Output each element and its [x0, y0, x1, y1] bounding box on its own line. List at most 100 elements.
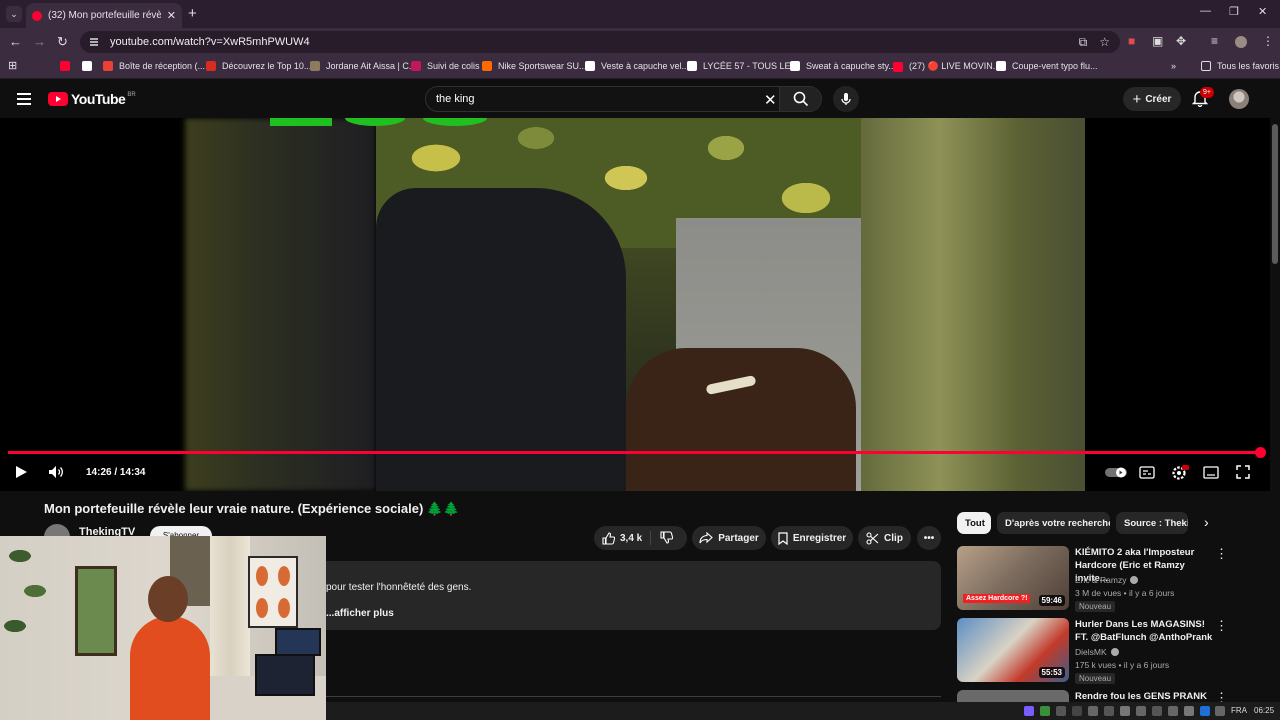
microphone-icon[interactable]: [1120, 706, 1130, 716]
new-tab-button[interactable]: +: [188, 5, 197, 22]
tab-search-button[interactable]: ⌄: [6, 6, 22, 22]
video-thumbnail[interactable]: Assez Hardcore ?! 59:46: [957, 546, 1069, 610]
video-title[interactable]: Hurler Dans Les MAGASINS! FT. @BatFlunch…: [1075, 618, 1215, 644]
like-count[interactable]: 3,4 k: [620, 533, 642, 544]
tray-app-icon[interactable]: [1088, 706, 1098, 716]
video-player[interactable]: [0, 118, 1270, 491]
save-button[interactable]: Enregistrer: [771, 526, 853, 550]
all-bookmarks[interactable]: Tous les favoris: [1201, 61, 1279, 71]
thumbs-down-icon[interactable]: [660, 531, 673, 544]
share-button[interactable]: Partager: [692, 526, 766, 550]
bookmark-item[interactable]: Boîte de réception (...: [103, 61, 205, 71]
progress-bar[interactable]: [8, 447, 1266, 458]
tab-close-icon[interactable]: ✕: [167, 9, 176, 22]
video-thumbnail[interactable]: [957, 690, 1069, 702]
volume-icon[interactable]: [1184, 706, 1194, 716]
extension-icon[interactable]: ▣: [1152, 34, 1163, 48]
browser-tab[interactable]: (32) Mon portefeuille révèle leur ✕: [26, 3, 182, 28]
like-dislike-group: 3,4 k: [594, 526, 687, 550]
profile-avatar[interactable]: [1235, 36, 1247, 48]
restore-icon[interactable]: ❐: [1229, 5, 1239, 18]
tray-app-icon[interactable]: [1104, 706, 1114, 716]
chevron-right-icon[interactable]: ›: [1204, 514, 1209, 530]
bookmark-item[interactable]: LYCÉE 57 - TOUS LE...: [687, 61, 798, 71]
url-text: youtube.com/watch?v=XwR5mhPWUW4: [110, 36, 310, 48]
settings-gear-icon[interactable]: [1171, 464, 1189, 482]
media-control-icon[interactable]: ≡: [1211, 34, 1218, 48]
battery-icon[interactable]: [1215, 706, 1225, 716]
bookmark-item[interactable]: Veste à capuche vel...: [585, 61, 689, 71]
menu-hamburger-icon[interactable]: [17, 93, 31, 105]
search-button[interactable]: [779, 87, 821, 111]
progress-scrubber[interactable]: [1255, 447, 1266, 458]
tray-app-icon[interactable]: [1136, 706, 1146, 716]
bookmark-item[interactable]: [82, 61, 98, 71]
more-bookmarks-icon[interactable]: »: [1171, 61, 1176, 71]
youtube-logo[interactable]: YouTube BR: [48, 91, 136, 107]
bookmark-item[interactable]: Jordane Ait Aissa | C...: [310, 61, 416, 71]
thumbs-up-icon[interactable]: [602, 531, 615, 545]
close-window-icon[interactable]: ✕: [1258, 5, 1267, 18]
more-vertical-icon[interactable]: ⋮: [1215, 546, 1228, 562]
language-indicator[interactable]: FRA: [1231, 706, 1247, 715]
bookmark-item[interactable]: Nike Sportswear SU...: [482, 61, 587, 71]
extensions-puzzle-icon[interactable]: ✥: [1176, 34, 1186, 48]
clip-button[interactable]: Clip: [858, 526, 911, 550]
browser-menu-icon[interactable]: ⋮: [1262, 34, 1274, 48]
subtitles-icon[interactable]: [1139, 466, 1155, 479]
apps-grid-icon[interactable]: ⊞: [8, 59, 17, 72]
channel-name[interactable]: DielsMK: [1075, 647, 1107, 657]
bluetooth-icon[interactable]: [1200, 706, 1210, 716]
page-scrollbar[interactable]: [1270, 118, 1280, 702]
browser-toolbar: ← → ↻ youtube.com/watch?v=XwR5mhPWUW4 ⧉ …: [0, 28, 1280, 55]
bookmark-item[interactable]: Découvrez le Top 10...: [206, 61, 311, 71]
system-clock[interactable]: 06:25: [1254, 706, 1274, 715]
volume-icon[interactable]: [48, 465, 64, 479]
tray-app-icon[interactable]: [1072, 706, 1082, 716]
blurred-frame-left: [185, 118, 376, 491]
video-title[interactable]: Rendre fou les GENS PRANK: [1075, 690, 1215, 702]
site-info-icon[interactable]: [88, 36, 100, 48]
bookmark-item[interactable]: (27) 🔴 LIVE MOVIN...: [893, 61, 1000, 72]
microphone-icon: [841, 93, 851, 105]
fullscreen-icon[interactable]: [1236, 465, 1250, 479]
create-button[interactable]: + Créer: [1123, 87, 1181, 111]
chip-all[interactable]: Tout: [957, 512, 991, 534]
install-app-icon[interactable]: ⧉: [1079, 35, 1088, 50]
recommended-video[interactable]: Assez Hardcore ?! 59:46 KIÉMITO 2 aka l'…: [957, 546, 1237, 612]
reload-icon[interactable]: ↻: [57, 34, 68, 50]
chip-from-search[interactable]: D'après votre recherche: [997, 512, 1110, 534]
extension-icon[interactable]: ■: [1128, 34, 1135, 48]
address-bar[interactable]: youtube.com/watch?v=XwR5mhPWUW4 ⧉ ☆: [80, 31, 1120, 53]
back-arrow-icon[interactable]: ←: [9, 34, 22, 49]
tray-app-icon[interactable]: [1056, 706, 1066, 716]
more-vertical-icon[interactable]: ⋮: [1215, 690, 1228, 702]
notifications-button[interactable]: 9+: [1191, 87, 1214, 112]
forward-arrow-icon[interactable]: →: [33, 34, 46, 49]
show-more-link[interactable]: ...afficher plus: [326, 608, 394, 619]
play-icon[interactable]: [15, 465, 28, 479]
autoplay-toggle[interactable]: [1105, 467, 1127, 478]
clear-search-icon[interactable]: ✕: [764, 91, 777, 109]
more-actions-button[interactable]: •••: [917, 526, 941, 550]
more-vertical-icon[interactable]: ⋮: [1215, 618, 1228, 634]
minimize-icon[interactable]: —: [1200, 5, 1211, 17]
channel-name[interactable]: Eric & Ramzy: [1075, 575, 1126, 585]
bookmark-item[interactable]: Coupe-vent typo flu...: [996, 61, 1098, 71]
tray-app-icon[interactable]: [1024, 706, 1034, 716]
voice-search-button[interactable]: [833, 86, 859, 112]
bookmark-item[interactable]: Sweat à capuche sty...: [790, 61, 896, 71]
theater-mode-icon[interactable]: [1203, 466, 1219, 479]
recommended-video[interactable]: 55:53 Hurler Dans Les MAGASINS! FT. @Bat…: [957, 618, 1237, 684]
bookmark-item[interactable]: Suivi de colis: [411, 61, 480, 71]
search-input[interactable]: the king ✕: [425, 86, 822, 112]
recommended-video[interactable]: Rendre fou les GENS PRANK ⋮: [957, 690, 1237, 702]
tray-app-icon[interactable]: [1040, 706, 1050, 716]
bookmark-item[interactable]: [60, 61, 76, 71]
chip-source[interactable]: Source : Theking: [1116, 512, 1188, 534]
user-avatar[interactable]: [1229, 89, 1249, 109]
wifi-icon[interactable]: [1168, 706, 1178, 716]
tray-app-icon[interactable]: [1152, 706, 1162, 716]
bookmark-star-icon[interactable]: ☆: [1099, 35, 1110, 50]
video-thumbnail[interactable]: 55:53: [957, 618, 1069, 682]
